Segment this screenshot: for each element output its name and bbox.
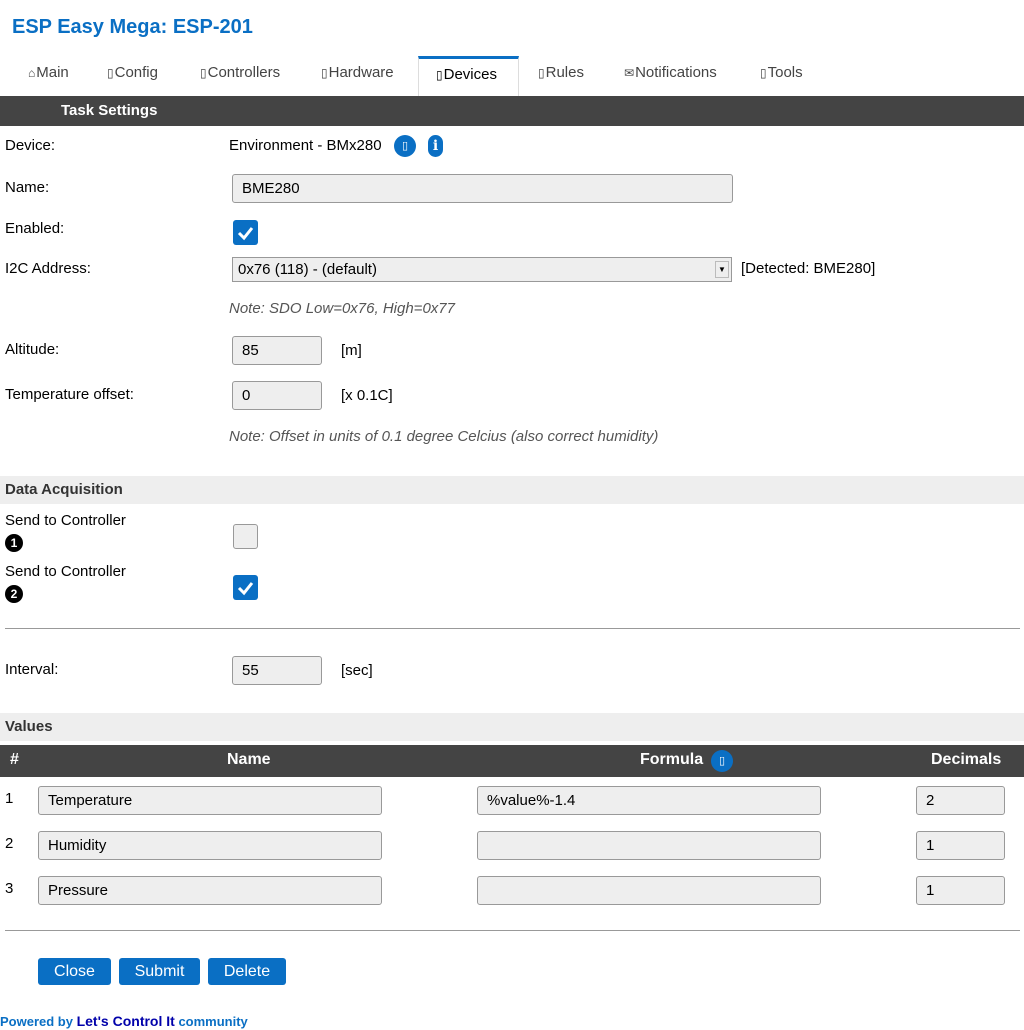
altitude-label: Altitude: xyxy=(5,341,60,358)
enabled-label: Enabled: xyxy=(5,220,65,237)
close-button[interactable]: Close xyxy=(38,958,111,985)
send-controller-2-label: Send to Controller xyxy=(5,563,126,580)
values-header: Values xyxy=(0,713,1024,741)
device-label: Device: xyxy=(5,137,56,154)
value-name-input[interactable]: Humidity xyxy=(38,831,382,860)
value-decimals-input[interactable]: 1 xyxy=(916,831,1005,860)
task-settings-header: Task Settings xyxy=(0,96,1024,126)
value-formula-input[interactable] xyxy=(477,831,821,860)
checkmark-icon xyxy=(237,582,254,596)
value-name-input[interactable]: Pressure xyxy=(38,876,382,905)
footer-suffix: community xyxy=(178,1014,248,1029)
i2c-note: Note: SDO Low=0x76, High=0x77 xyxy=(229,300,455,317)
name-label: Name: xyxy=(5,179,50,196)
value-name-input[interactable]: Temperature xyxy=(38,786,382,815)
send-controller-1-label: Send to Controller xyxy=(5,512,126,529)
tab-config[interactable]: ▯Config xyxy=(107,56,158,92)
interval-input[interactable]: 55 xyxy=(232,656,322,685)
delete-button[interactable]: Delete xyxy=(208,958,286,985)
temp-offset-label: Temperature offset: xyxy=(5,386,134,403)
divider xyxy=(5,628,1020,629)
value-formula-input[interactable] xyxy=(477,876,821,905)
tab-notifications[interactable]: ✉Notifications xyxy=(624,56,717,92)
values-table-header xyxy=(0,745,1024,777)
altitude-input[interactable]: 85 xyxy=(232,336,322,365)
i2c-address-label: I2C Address: xyxy=(5,260,91,277)
divider xyxy=(5,930,1020,931)
envelope-icon: ✉ xyxy=(624,66,635,80)
column-header-name: Name xyxy=(227,751,271,768)
page-title: ESP Easy Mega: ESP-201 xyxy=(12,16,253,38)
enabled-checkbox[interactable] xyxy=(233,220,258,245)
i2c-address-selected: 0x76 (118) - (default) xyxy=(238,261,377,278)
tab-tools[interactable]: ▯Tools xyxy=(760,56,803,92)
temp-offset-note: Note: Offset in units of 0.1 degree Celc… xyxy=(229,428,659,445)
formula-help-icon[interactable]: ▯ xyxy=(711,750,733,772)
help-icon[interactable]: ▯ xyxy=(394,135,416,157)
i2c-detected-text: [Detected: BME280] xyxy=(741,260,876,277)
tools-icon: ▯ xyxy=(760,66,767,80)
controller-2-badge: 2 xyxy=(5,585,23,603)
main-tab-bar: ⌂Main ▯Config ▯Controllers ▯Hardware ▯De… xyxy=(0,56,1024,96)
rules-icon: ▯ xyxy=(538,66,545,80)
temp-offset-unit: [x 0.1C] xyxy=(341,387,393,404)
temp-offset-input[interactable]: 0 xyxy=(232,381,322,410)
column-header-formula: Formula xyxy=(640,751,704,768)
tab-hardware[interactable]: ▯Hardware xyxy=(321,56,394,92)
hardware-icon: ▯ xyxy=(321,66,328,80)
home-icon: ⌂ xyxy=(28,66,36,80)
devices-icon: ▯ xyxy=(436,68,443,82)
footer: Powered by Let's Control It community xyxy=(0,1013,248,1029)
controllers-icon: ▯ xyxy=(200,66,207,80)
value-decimals-input[interactable]: 1 xyxy=(916,876,1005,905)
tab-devices[interactable]: ▯Devices xyxy=(418,56,519,96)
value-row-number: 3 xyxy=(5,880,14,897)
config-icon: ▯ xyxy=(107,66,114,80)
interval-unit: [sec] xyxy=(341,662,373,679)
dropdown-arrow-icon: ▼ xyxy=(715,261,729,278)
value-formula-input[interactable]: %value%-1.4 xyxy=(477,786,821,815)
tab-controllers[interactable]: ▯Controllers xyxy=(200,56,280,92)
footer-prefix: Powered by xyxy=(0,1014,73,1029)
device-value: Environment - BMx280 xyxy=(229,137,382,154)
send-controller-1-checkbox[interactable] xyxy=(233,524,258,549)
column-header-number: # xyxy=(10,751,19,768)
altitude-unit: [m] xyxy=(341,342,362,359)
data-acquisition-header: Data Acquisition xyxy=(0,476,1024,504)
info-icon[interactable]: i xyxy=(428,135,443,157)
tab-rules[interactable]: ▯Rules xyxy=(538,56,584,92)
value-row-number: 1 xyxy=(5,790,14,807)
controller-1-badge: 1 xyxy=(5,534,23,552)
footer-link[interactable]: Let's Control It xyxy=(77,1013,175,1029)
interval-label: Interval: xyxy=(5,661,59,678)
checkmark-icon xyxy=(237,227,254,241)
tab-main[interactable]: ⌂Main xyxy=(28,56,69,92)
send-controller-2-checkbox[interactable] xyxy=(233,575,258,600)
i2c-address-select[interactable]: 0x76 (118) - (default) ▼ xyxy=(232,257,732,282)
submit-button[interactable]: Submit xyxy=(119,958,200,985)
value-decimals-input[interactable]: 2 xyxy=(916,786,1005,815)
column-header-decimals: Decimals xyxy=(931,751,1002,768)
value-row-number: 2 xyxy=(5,835,14,852)
task-name-input[interactable]: BME280 xyxy=(232,174,733,203)
